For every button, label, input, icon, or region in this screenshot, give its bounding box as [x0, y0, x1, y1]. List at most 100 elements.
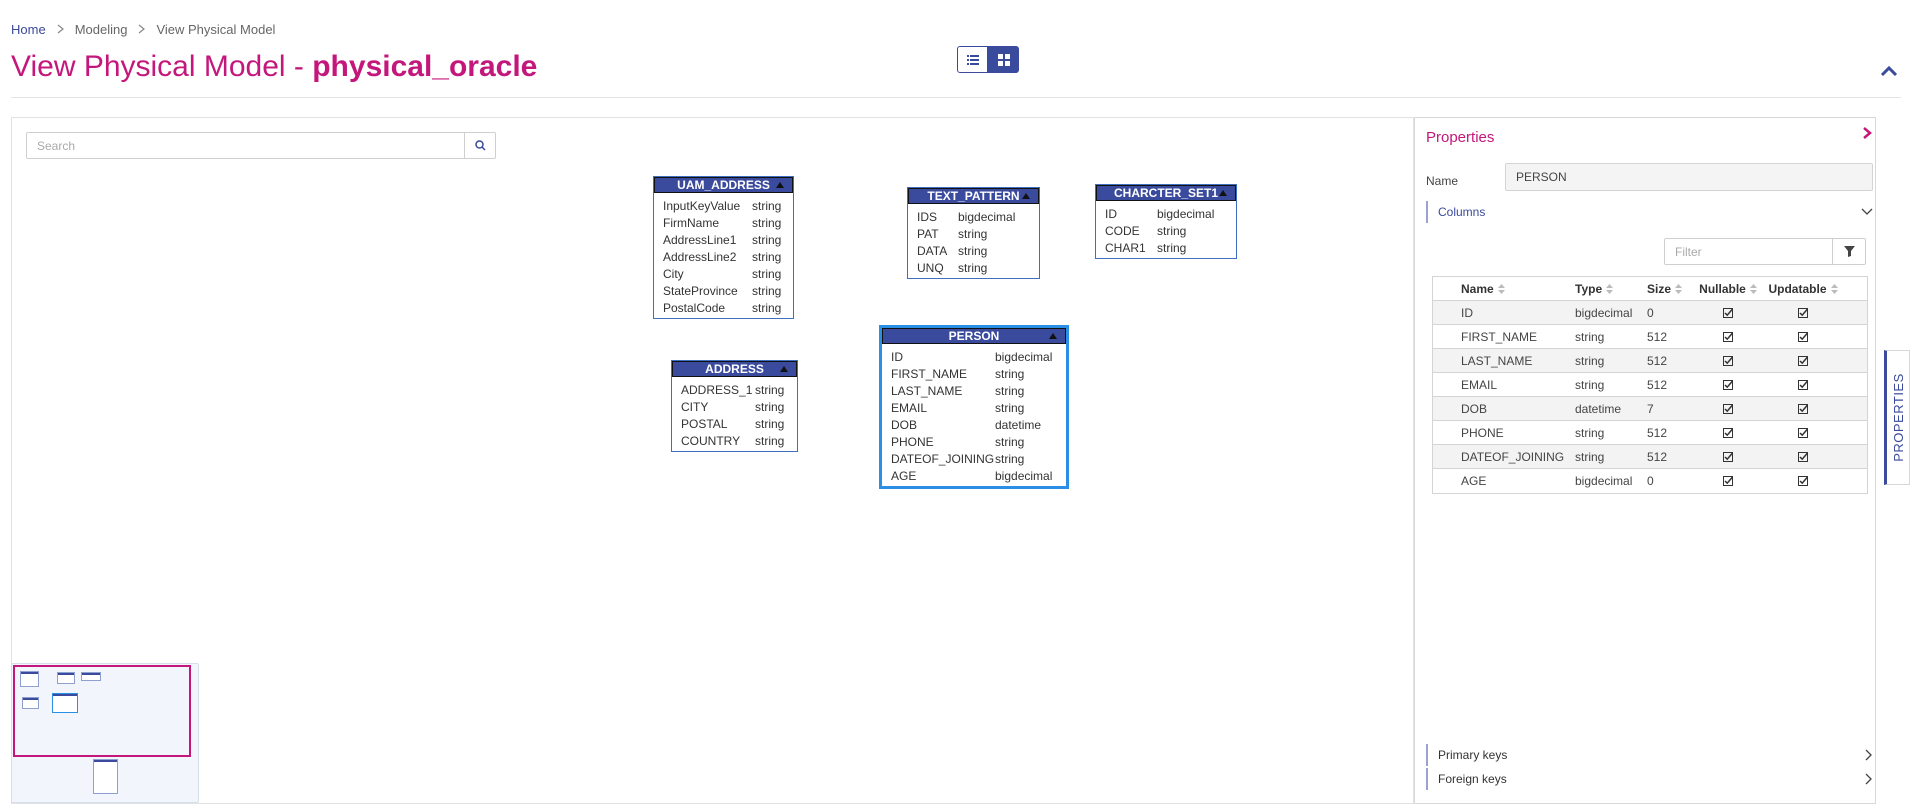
collapse-arrow-icon[interactable]	[780, 366, 788, 372]
entity-charcter-set1[interactable]: CHARCTER_SET1 ID bigdecimal CODE string CH…	[1095, 184, 1237, 259]
name-label: Name	[1426, 174, 1459, 188]
column-name: ADDRESS_1	[681, 382, 753, 397]
column-name: ID	[1105, 206, 1117, 221]
table-row[interactable]: DOB datetime 7	[1433, 397, 1867, 421]
table-body: ID bigdecimal 0 FIRST_NAME string 512 LAST_NAM…	[1433, 301, 1867, 493]
table-row[interactable]: LAST_NAME string 512	[1433, 349, 1867, 373]
primary-keys-section-toggle[interactable]: Primary keys	[1426, 744, 1873, 766]
collapse-arrow-icon[interactable]	[1049, 333, 1057, 339]
table-row[interactable]: PHONE string 512	[1433, 421, 1867, 445]
checkbox-checked-icon	[1723, 379, 1733, 390]
grid-view-button[interactable]	[988, 46, 1019, 73]
header-label: Updatable	[1768, 281, 1827, 296]
column-type: bigdecimal	[1157, 206, 1215, 221]
header-updatable[interactable]: Updatable	[1763, 282, 1843, 296]
breadcrumb-home[interactable]: Home	[11, 22, 46, 37]
entity-columns: ID bigdecimal CODE string CHAR1 string	[1096, 201, 1236, 258]
table-row[interactable]: AGE bigdecimal 0	[1433, 469, 1867, 493]
properties-side-tab[interactable]: PROPERTIES	[1884, 350, 1910, 485]
model-name: physical_oracle	[312, 50, 538, 83]
cell-type: string	[1575, 449, 1605, 464]
entity-columns: ID bigdecimal FIRST_NAME string LAST_NAME s…	[882, 344, 1066, 486]
cell-nullable[interactable]	[1693, 403, 1763, 414]
cell-updatable[interactable]	[1763, 307, 1843, 318]
cell-updatable[interactable]	[1763, 403, 1843, 414]
cell-updatable[interactable]	[1763, 451, 1843, 462]
sort-icon	[1749, 283, 1757, 294]
list-view-button[interactable]	[957, 46, 988, 73]
breadcrumb: Home Modeling View Physical Model	[11, 22, 275, 37]
cell-nullable[interactable]	[1693, 379, 1763, 390]
column-name: PostalCode	[663, 300, 726, 315]
column-name: PHONE	[891, 434, 934, 449]
checkbox-checked-icon	[1798, 355, 1808, 366]
foreign-keys-label: Foreign keys	[1438, 772, 1507, 786]
filter-button[interactable]	[1832, 239, 1865, 264]
cell-updatable[interactable]	[1763, 476, 1843, 486]
minimap[interactable]	[11, 663, 199, 803]
column-name: COUNTRY	[681, 433, 741, 448]
minimap-viewport[interactable]	[13, 665, 191, 757]
view-toggle	[957, 46, 1019, 73]
cell-name: PHONE	[1461, 425, 1504, 440]
cell-updatable[interactable]	[1763, 331, 1843, 342]
collapse-arrow-icon[interactable]	[776, 182, 784, 188]
column-name: ID	[891, 349, 903, 364]
entity-person[interactable]: PERSON ID bigdecimal FIRST_NAME string LAS…	[879, 325, 1069, 489]
entity-address[interactable]: ADDRESS ADDRESS_1 string CITY string POSTA…	[671, 360, 798, 452]
column-name: InputKeyValue	[663, 198, 741, 213]
search-input[interactable]	[27, 133, 464, 158]
column-name: POSTAL	[681, 416, 728, 431]
app-root: Home Modeling View Physical Model View P…	[0, 0, 1910, 810]
cell-nullable[interactable]	[1693, 355, 1763, 366]
header-nullable[interactable]: Nullable	[1693, 282, 1763, 296]
cell-nullable[interactable]	[1693, 476, 1763, 486]
collapse-header-button[interactable]	[1880, 64, 1900, 80]
cell-updatable[interactable]	[1763, 379, 1843, 390]
column-type: string	[752, 266, 782, 281]
entity-column-row: AddressLine1 string	[654, 231, 793, 248]
cell-nullable[interactable]	[1693, 331, 1763, 342]
table-row[interactable]: ID bigdecimal 0	[1433, 301, 1867, 325]
checkbox-checked-icon	[1723, 476, 1733, 486]
collapse-arrow-icon[interactable]	[1219, 190, 1227, 196]
entity-uam-address[interactable]: UAM_ADDRESS InputKeyValue string FirmName…	[653, 176, 794, 319]
cell-type: datetime	[1575, 401, 1622, 416]
cell-updatable[interactable]	[1763, 427, 1843, 438]
name-field[interactable]: PERSON	[1505, 163, 1873, 191]
checkbox-checked-icon	[1723, 403, 1733, 414]
breadcrumb-modeling[interactable]: Modeling	[75, 22, 128, 37]
entity-column-row: AddressLine2 string	[654, 248, 793, 265]
search-button[interactable]	[464, 133, 495, 158]
table-row[interactable]: FIRST_NAME string 512	[1433, 325, 1867, 349]
columns-section-toggle[interactable]: Columns	[1426, 201, 1873, 223]
filter-input[interactable]	[1665, 239, 1832, 264]
cell-nullable[interactable]	[1693, 451, 1763, 462]
entity-column-row: PHONE string	[882, 433, 1066, 450]
checkbox-checked-icon	[1723, 427, 1733, 438]
entity-column-row: DOB datetime	[882, 416, 1066, 433]
column-type: string	[958, 243, 988, 258]
close-properties-button[interactable]	[1861, 126, 1875, 142]
column-name: UNQ	[917, 260, 944, 275]
header-type[interactable]: Type	[1575, 282, 1647, 296]
collapse-arrow-icon[interactable]	[1022, 193, 1030, 199]
cell-nullable[interactable]	[1693, 307, 1763, 318]
side-tab-label: PROPERTIES	[1890, 373, 1906, 462]
table-header: Name Type Size Nullable Updatable	[1433, 277, 1867, 301]
entity-column-row: InputKeyValue string	[654, 197, 793, 214]
header-label: Size	[1647, 281, 1672, 296]
cell-updatable[interactable]	[1763, 355, 1843, 366]
column-type: string	[755, 382, 785, 397]
header-size[interactable]: Size	[1647, 282, 1693, 296]
entity-name: PERSON	[948, 329, 1000, 343]
entity-column-row: StateProvince string	[654, 282, 793, 299]
page-title: View Physical Model - physical_oracle	[11, 50, 537, 84]
column-name: AddressLine2	[663, 249, 737, 264]
table-row[interactable]: DATEOF_JOINING string 512	[1433, 445, 1867, 469]
header-name[interactable]: Name	[1433, 282, 1575, 296]
table-row[interactable]: EMAIL string 512	[1433, 373, 1867, 397]
cell-nullable[interactable]	[1693, 427, 1763, 438]
entity-text-pattern[interactable]: TEXT_PATTERN IDS bigdecimal PAT string DAT…	[907, 187, 1040, 279]
foreign-keys-section-toggle[interactable]: Foreign keys	[1426, 768, 1873, 790]
